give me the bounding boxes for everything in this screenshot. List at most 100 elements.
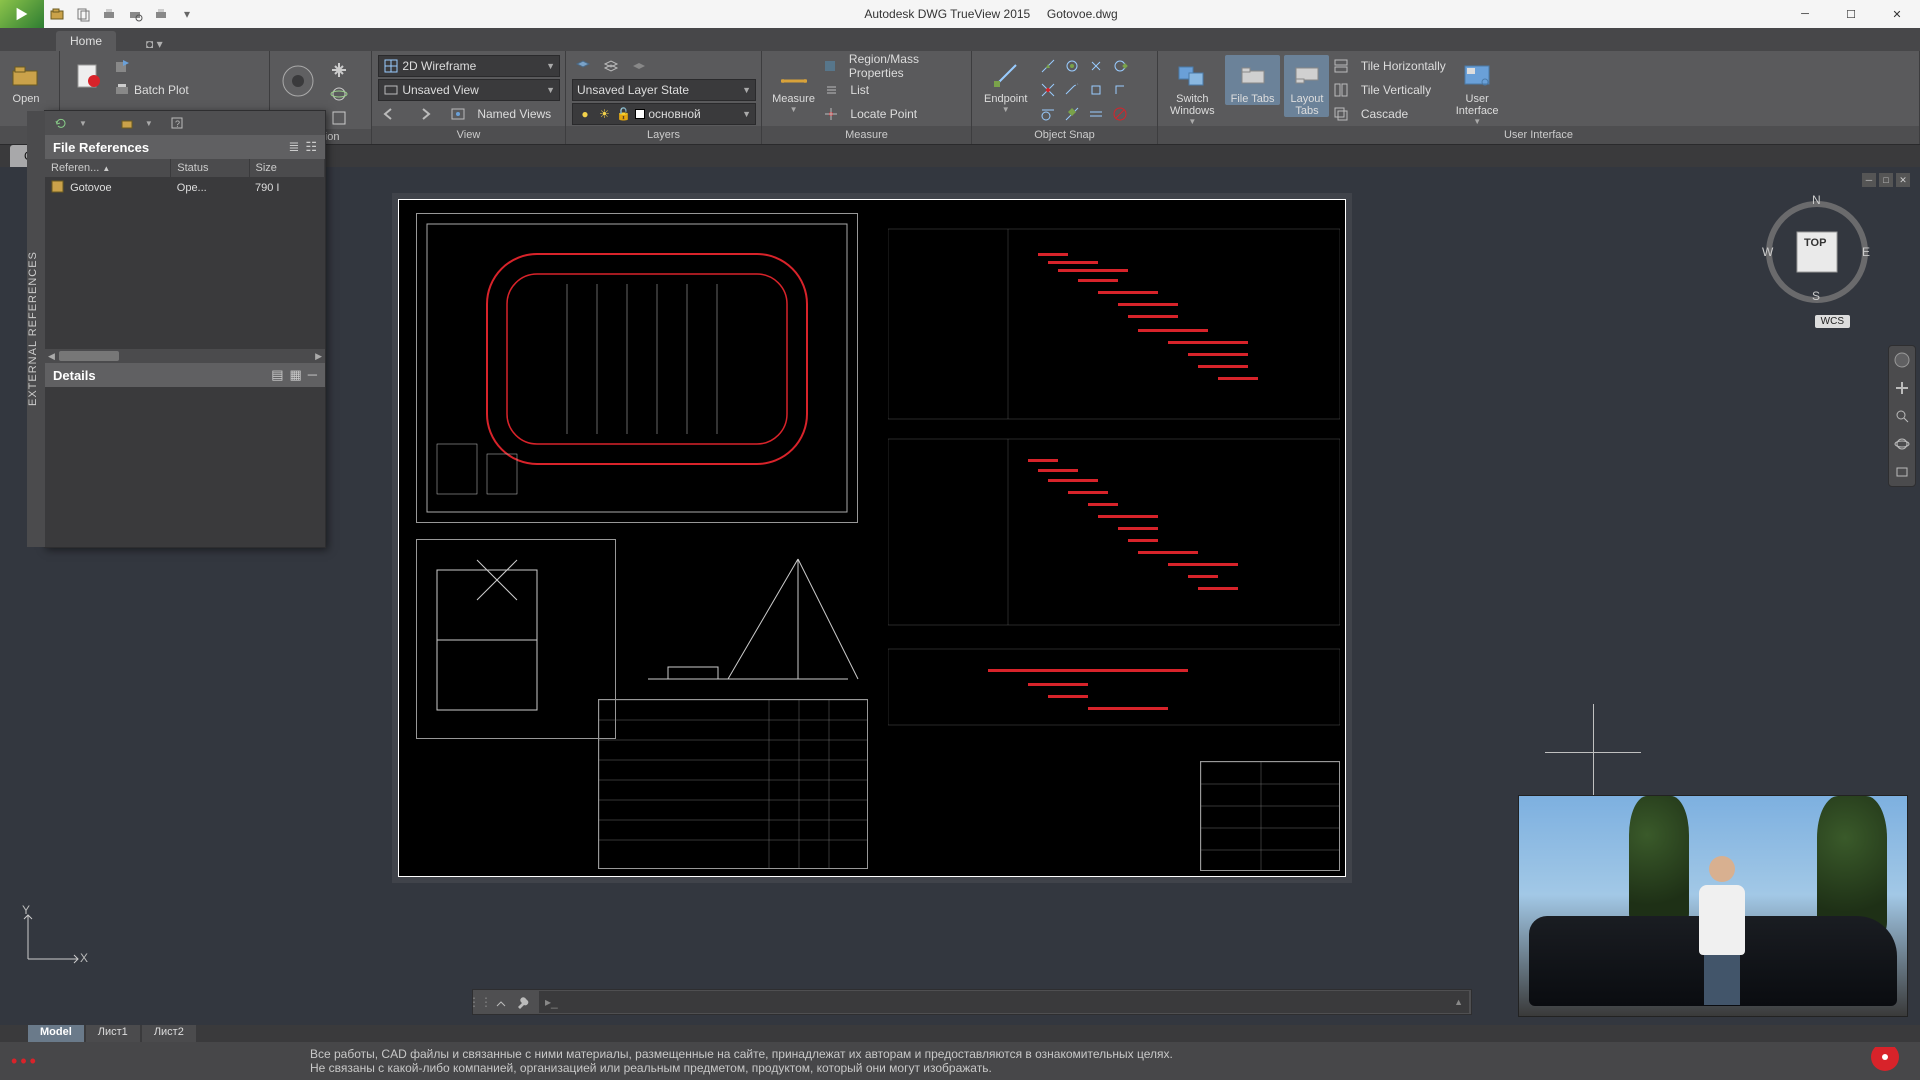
export-button[interactable] <box>114 55 189 77</box>
pan-tool-icon[interactable] <box>1892 378 1912 398</box>
view-cube[interactable]: TOP N E S W <box>1762 189 1872 309</box>
collapse-icon[interactable]: ─ <box>308 367 317 383</box>
showmotion-icon[interactable] <box>1892 462 1912 482</box>
vp-close-icon[interactable]: ✕ <box>1896 173 1910 187</box>
refresh-icon[interactable] <box>53 115 69 131</box>
orbit-icon[interactable] <box>328 83 350 105</box>
view-back-icon[interactable] <box>378 103 400 125</box>
cascade-button[interactable]: Cascade <box>1333 103 1445 125</box>
layout-tab-model[interactable]: Model <box>28 1025 84 1042</box>
command-line[interactable]: ⋮⋮ ▸_ ▲ <box>472 989 1472 1015</box>
region-mass-button[interactable]: Region/Mass Properties <box>823 55 965 77</box>
xref-palette[interactable]: EXTERNAL REFERENCES ▼ ▼ ? File Reference… <box>44 110 326 548</box>
view-fwd-icon[interactable] <box>414 103 436 125</box>
layer-off-icon[interactable] <box>628 55 650 77</box>
layout-tab-1[interactable]: Лист1 <box>86 1025 140 1042</box>
palette-title-bar[interactable]: EXTERNAL REFERENCES <box>27 111 45 547</box>
batch-plot-button[interactable]: Batch Plot <box>114 79 189 101</box>
tab-home[interactable]: Home <box>56 31 116 51</box>
batch-plot-label: Batch Plot <box>134 83 189 97</box>
layer-state-value: Unsaved Layer State <box>577 83 689 97</box>
xref-row[interactable]: Gotovoe Ope... 790 I <box>45 177 325 199</box>
palette-scrollbar[interactable]: ◀▶ <box>45 349 325 363</box>
tab-extra-icon[interactable]: ◘ ▾ <box>146 37 163 51</box>
layer-prop-icon[interactable] <box>572 55 594 77</box>
cmd-wrench-icon[interactable] <box>515 994 531 1010</box>
tile-vertical-button[interactable]: Tile Vertically <box>1333 79 1445 101</box>
user-interface-button[interactable]: User Interface ▼ <box>1450 55 1505 126</box>
preview-icon[interactable]: ▦ <box>289 367 301 383</box>
footer-text-1: Все работы, CAD файлы и связанные с ними… <box>310 1047 1850 1061</box>
chevron-down-icon: ▼ <box>742 85 751 95</box>
measure-button[interactable]: Measure ▼ <box>768 55 819 114</box>
osnap-nearest-icon[interactable] <box>1061 103 1083 125</box>
footer-menu-icon[interactable]: ••• <box>0 1051 50 1072</box>
current-layer-dropdown[interactable]: ● ☀ 🔓 основной ▼ <box>572 103 756 125</box>
osnap-extension-icon[interactable] <box>1061 79 1083 101</box>
file-references-list[interactable]: Referen... ▲ Status Size Gotovoe Ope... … <box>45 159 325 349</box>
close-button[interactable]: ✕ <box>1874 0 1920 28</box>
steering-wheel-icon[interactable] <box>276 59 320 103</box>
drag-handle-icon[interactable]: ⋮⋮ <box>473 995 487 1009</box>
layer-isolate-icon[interactable] <box>600 55 622 77</box>
cascade-icon <box>1333 106 1349 122</box>
file-tabs-toggle[interactable]: File Tabs <box>1225 55 1281 105</box>
cmd-recent-icon[interactable] <box>493 994 509 1010</box>
osnap-perpendicular-icon[interactable] <box>1109 79 1131 101</box>
tile-horizontal-button[interactable]: Tile Horizontally <box>1333 55 1445 77</box>
switch-windows-icon <box>1176 59 1208 91</box>
minimize-button[interactable]: ─ <box>1782 0 1828 28</box>
zoom-extents-icon[interactable] <box>328 107 350 129</box>
maximize-button[interactable]: ☐ <box>1828 0 1874 28</box>
osnap-tangent-icon[interactable] <box>1037 103 1059 125</box>
switch-windows-button[interactable]: Switch Windows ▼ <box>1164 55 1221 126</box>
vp-minimize-icon[interactable]: ─ <box>1862 173 1876 187</box>
full-nav-wheel-icon[interactable] <box>1892 350 1912 370</box>
osnap-midpoint-icon[interactable] <box>1037 55 1059 77</box>
zoom-tool-icon[interactable] <box>1892 406 1912 426</box>
list-view-icon[interactable]: ≣ <box>288 139 299 155</box>
osnap-apparent-icon[interactable] <box>1085 103 1107 125</box>
open-button[interactable]: Open <box>6 55 50 105</box>
osnap-insertion-icon[interactable] <box>1085 79 1107 101</box>
details-view-icon[interactable]: ▤ <box>271 367 283 383</box>
wcs-badge[interactable]: WCS <box>1815 315 1850 328</box>
footer-record-icon[interactable] <box>1850 1047 1920 1075</box>
named-views-button[interactable]: Named Views <box>450 103 551 125</box>
endpoint-button[interactable]: Endpoint ▼ <box>978 55 1033 114</box>
col-status[interactable]: Status <box>171 159 249 177</box>
qat-plot-icon[interactable] <box>96 0 122 28</box>
osnap-none-icon[interactable] <box>1109 103 1131 125</box>
pan-icon[interactable] <box>328 59 350 81</box>
col-reference[interactable]: Referen... ▲ <box>45 159 171 177</box>
named-view-dropdown[interactable]: Unsaved View ▼ <box>378 79 560 101</box>
osnap-node-icon[interactable] <box>1085 55 1107 77</box>
qat-open-icon[interactable] <box>44 0 70 28</box>
qat-copy-icon[interactable] <box>70 0 96 28</box>
tree-view-icon[interactable]: ☷ <box>305 139 317 155</box>
layer-state-dropdown[interactable]: Unsaved Layer State ▼ <box>572 79 756 101</box>
orbit-tool-icon[interactable] <box>1892 434 1912 454</box>
locate-point-button[interactable]: Locate Point <box>823 103 965 125</box>
dwg-convert-button[interactable] <box>66 55 110 91</box>
list-button[interactable]: List <box>823 79 965 101</box>
layout-tab-2[interactable]: Лист2 <box>142 1025 196 1042</box>
qat-dropdown-icon[interactable]: ▾ <box>174 0 200 28</box>
col-size[interactable]: Size <box>249 159 324 177</box>
command-input[interactable]: ▸_ ▲ <box>539 991 1469 1013</box>
visual-style-dropdown[interactable]: 2D Wireframe ▼ <box>378 55 560 77</box>
qat-plot-preview-icon[interactable] <box>122 0 148 28</box>
help-icon[interactable]: ? <box>169 115 185 131</box>
qat-publish-icon[interactable] <box>148 0 174 28</box>
picture-in-picture[interactable] <box>1518 795 1908 1017</box>
vp-maximize-icon[interactable]: □ <box>1879 173 1893 187</box>
osnap-quadrant-icon[interactable] <box>1109 55 1131 77</box>
osnap-intersection-icon[interactable] <box>1037 79 1059 101</box>
osnap-center-icon[interactable] <box>1061 55 1083 77</box>
attach-icon[interactable] <box>119 115 135 131</box>
list-icon <box>823 82 839 98</box>
command-prompt-icon: ▸_ <box>545 995 558 1009</box>
app-icon[interactable] <box>0 0 44 28</box>
chevron-up-icon[interactable]: ▲ <box>1454 997 1463 1007</box>
layout-tabs-toggle[interactable]: Layout Tabs <box>1284 55 1329 117</box>
